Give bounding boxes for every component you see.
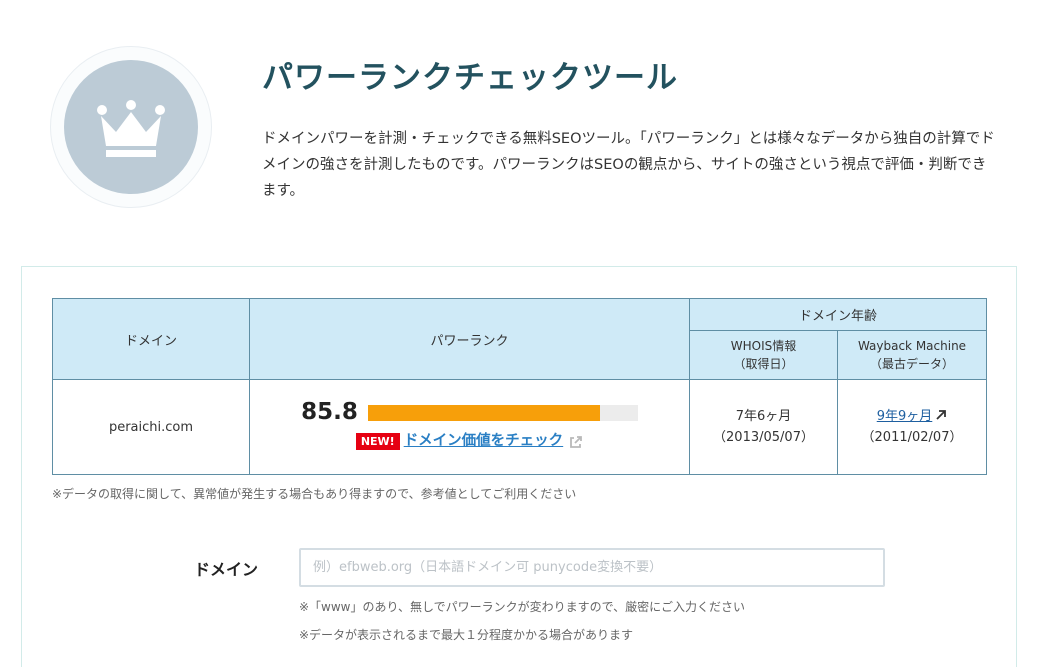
cell-power-rank: 85.8 NEW! ドメイン価値をチェック [249,379,690,475]
wayback-date: （2011/02/07） [861,430,963,445]
hint-wait: ※データが表示されるまで最大１分程度かかる場合があります [299,628,634,642]
cell-whois: 7年6ヶ月 （2013/05/07） [689,379,838,475]
whois-date: （2013/05/07） [713,430,814,445]
domain-value-link[interactable]: ドメイン価値をチェック [404,431,564,452]
arrow-up-right-icon [936,410,947,420]
header-wayback-title: Wayback Machine [857,339,967,353]
result-table: ドメイン パワーランク ドメイン年齢 WHOIS情報 （取得日） Wayback… [52,298,988,475]
cell-domain: peraichi.com [52,379,250,475]
page-title: パワーランクチェックツール [262,60,678,96]
power-rank-bar [367,404,638,421]
domain-input[interactable] [299,548,885,587]
header-whois-title: WHOIS情報 [730,339,797,353]
data-note: ※データの取得に関して、異常値が発生する場合もあり得ますので、参考値としてご利用… [52,487,577,501]
crown-icon [97,100,165,157]
external-link-icon [570,435,583,448]
cell-wayback: 9年9ヶ月 （2011/02/07） [836,379,988,475]
logo-circle [64,60,198,194]
whois-age: 7年6ヶ月 [735,409,792,424]
header-wayback-sub: （最古データ） [870,357,955,371]
header-wayback: Wayback Machine （最古データ） [836,330,988,380]
header-whois: WHOIS情報 （取得日） [689,330,838,380]
power-rank-bar-fill [367,404,600,421]
logo [50,46,212,208]
header-whois-sub: （取得日） [733,357,794,371]
wayback-link[interactable]: 9年9ヶ月 [877,409,933,424]
header-power-rank: パワーランク [249,298,690,380]
new-badge: NEW! [355,433,400,450]
header-domain-age: ドメイン年齢 [688,298,988,331]
table-row: peraichi.com 85.8 NEW! ドメイン価値をチェック 7年6ヶ月… [52,379,988,475]
page-description: ドメインパワーを計測・チェックできる無料SEOツール。「パワーランク」とは様々な… [262,131,995,199]
header-domain: ドメイン [52,298,250,380]
power-rank-score: 85.8 [301,399,358,425]
hint-www: ※「www」のあり、無しでパワーランクが変わりますので、厳密にご入力ください [299,600,745,614]
domain-label: ドメイン [194,560,259,579]
